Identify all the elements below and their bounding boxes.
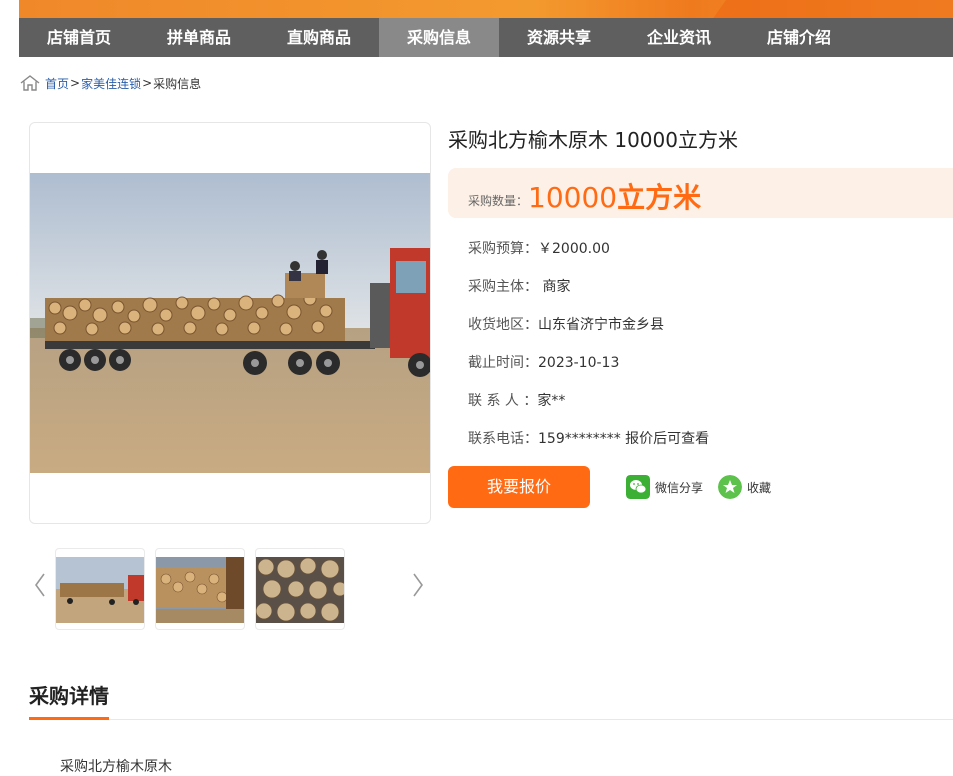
- quantity-value: 10000立方米: [528, 181, 702, 214]
- chevron-right-icon[interactable]: [411, 572, 425, 598]
- breadcrumb-home-link[interactable]: 首页: [45, 75, 69, 92]
- top-banner: [19, 0, 953, 18]
- deadline-value: 2023-10-13: [538, 355, 620, 371]
- favorite-button[interactable]: 收藏: [718, 475, 771, 499]
- breadcrumb-separator: >: [142, 76, 153, 90]
- shop-nav: 店铺首页 拼单商品 直购商品 采购信息 资源共享 企业资讯 店铺介绍: [19, 18, 953, 57]
- breadcrumb-shop-link[interactable]: 家美佳连锁: [81, 75, 141, 92]
- subject-label: 采购主体：: [468, 279, 538, 295]
- thumbnail-2[interactable]: [155, 548, 245, 630]
- main-product-image[interactable]: [29, 122, 431, 524]
- subject-row: 采购主体： 商家: [468, 276, 570, 296]
- deadline-row: 截止时间：2023-10-13: [468, 352, 619, 372]
- deadline-label: 截止时间：: [468, 355, 538, 371]
- chevron-left-icon[interactable]: [33, 572, 47, 598]
- nav-item-resource-share[interactable]: 资源共享: [499, 18, 619, 57]
- phone-row: 联系电话：159******** 报价后可查看: [468, 428, 709, 448]
- wechat-share-button[interactable]: 微信分享: [626, 475, 703, 499]
- region-row: 收货地区：山东省济宁市金乡县: [468, 314, 664, 334]
- region-value: 山东省济宁市金乡县: [538, 317, 664, 333]
- contact-label: 联 系 人 ：: [468, 393, 538, 409]
- breadcrumb: 首页 > 家美佳连锁 > 采购信息: [19, 74, 201, 92]
- nav-item-home[interactable]: 店铺首页: [19, 18, 139, 57]
- section-divider: [29, 719, 953, 720]
- region-label: 收货地区：: [468, 317, 538, 333]
- home-icon[interactable]: [19, 74, 41, 92]
- contact-value: 家**: [537, 393, 566, 409]
- breadcrumb-current: 采购信息: [153, 76, 202, 91]
- contact-row: 联 系 人 ：家**: [468, 390, 565, 410]
- nav-item-group-buy[interactable]: 拼单商品: [139, 18, 259, 57]
- thumbnail-strip: [29, 548, 429, 632]
- thumbnail-1[interactable]: [55, 548, 145, 630]
- subject-value: 商家: [542, 279, 571, 295]
- thumbnail-3[interactable]: [255, 548, 345, 630]
- nav-item-shop-intro[interactable]: 店铺介绍: [739, 18, 859, 57]
- detail-text: 采购北方榆木原木: [60, 759, 172, 775]
- quote-button[interactable]: 我要报价: [448, 466, 590, 508]
- purchase-title: 采购北方榆木原木 10000立方米: [448, 128, 738, 152]
- budget-label: 采购预算：: [468, 241, 538, 257]
- budget-value: ￥2000.00: [538, 241, 610, 257]
- nav-item-company-news[interactable]: 企业资讯: [619, 18, 739, 57]
- phone-value: 159******** 报价后可查看: [538, 431, 710, 447]
- breadcrumb-separator: >: [70, 76, 81, 90]
- favorite-label: 收藏: [747, 480, 772, 495]
- wechat-share-label: 微信分享: [655, 480, 704, 495]
- wechat-icon: [626, 475, 650, 499]
- active-tab-indicator: [29, 717, 109, 720]
- timber-truck-photo: [30, 173, 430, 473]
- quantity-unit: 立方米: [617, 181, 702, 214]
- nav-item-direct-buy[interactable]: 直购商品: [259, 18, 379, 57]
- nav-item-purchase-info[interactable]: 采购信息: [379, 18, 499, 57]
- phone-label: 联系电话：: [468, 431, 538, 447]
- tab-purchase-detail[interactable]: 采购详情: [29, 680, 109, 709]
- budget-row: 采购预算：￥2000.00: [468, 238, 610, 258]
- star-icon: [718, 475, 742, 499]
- quantity-label: 采购数量：: [468, 194, 529, 208]
- quantity-panel: 采购数量： 10000立方米: [448, 168, 953, 218]
